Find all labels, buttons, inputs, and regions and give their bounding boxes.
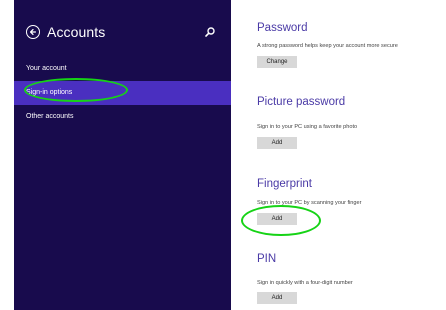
sidebar-header: Accounts bbox=[26, 22, 105, 42]
sidebar-item-sign-in-options[interactable]: Sign-in options bbox=[14, 81, 231, 105]
password-change-button[interactable]: Change bbox=[257, 56, 297, 68]
fingerprint-description: Sign in to your PC by scanning your fing… bbox=[257, 200, 362, 206]
settings-content: Password A strong password helps keep yo… bbox=[252, 0, 446, 310]
page-title: Accounts bbox=[47, 24, 106, 40]
search-icon[interactable] bbox=[204, 26, 216, 38]
fingerprint-heading: Fingerprint bbox=[257, 178, 312, 190]
pin-heading: PIN bbox=[257, 253, 277, 265]
picture-password-heading: Picture password bbox=[257, 96, 346, 108]
back-arrow-icon[interactable] bbox=[26, 25, 40, 39]
password-description: A strong password helps keep your accoun… bbox=[257, 43, 398, 49]
sidebar-item-your-account[interactable]: Your account bbox=[14, 57, 231, 81]
sidebar: Accounts Your account Sign-in options Ot… bbox=[14, 0, 231, 310]
fingerprint-add-button[interactable]: Add bbox=[257, 213, 297, 225]
sidebar-item-other-accounts[interactable]: Other accounts bbox=[14, 105, 231, 129]
sidebar-nav: Your account Sign-in options Other accou… bbox=[14, 57, 231, 129]
picture-password-description: Sign in to your PC using a favorite phot… bbox=[257, 124, 358, 130]
password-heading: Password bbox=[257, 22, 308, 34]
pin-description: Sign in quickly with a four-digit number bbox=[257, 280, 353, 286]
picture-password-add-button[interactable]: Add bbox=[257, 137, 297, 149]
pin-add-button[interactable]: Add bbox=[257, 292, 297, 304]
